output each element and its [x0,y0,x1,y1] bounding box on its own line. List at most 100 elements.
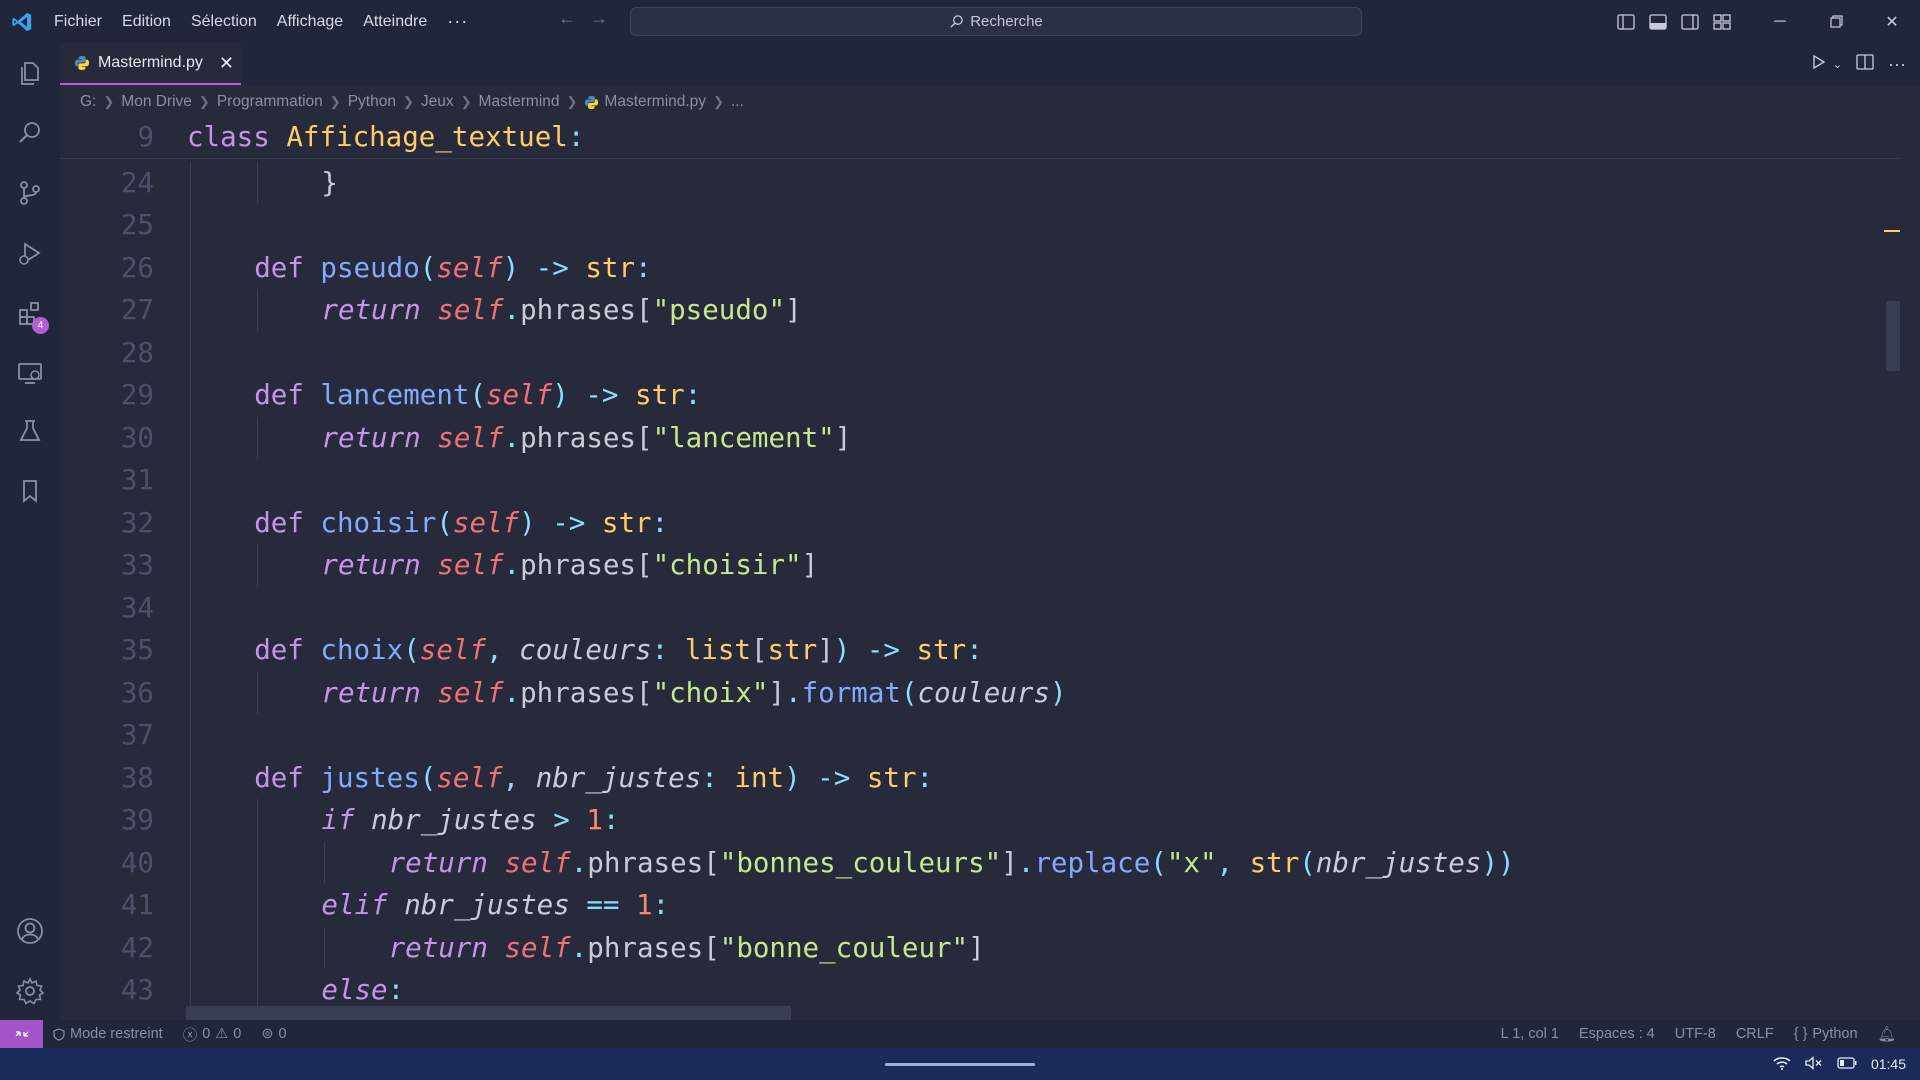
breadcrumb-item[interactable]: Jeux [421,93,454,111]
code-token: self [437,549,504,581]
tab-label: Mastermind.py [98,54,203,71]
line-number: 34 [120,591,154,624]
code-line[interactable]: 31 [60,459,1900,502]
language-mode[interactable]: { } Python [1784,1026,1868,1042]
breadcrumb-item[interactable]: G: [80,93,96,111]
settings-gear-icon[interactable] [0,963,60,1019]
code-token: Affichage_textuel [286,121,568,153]
extensions-icon[interactable]: 4 [0,285,60,341]
more-actions-icon[interactable]: ··· [1888,54,1906,75]
breadcrumb-item[interactable]: ... [731,93,744,111]
command-center-search[interactable]: Recherche [630,7,1362,36]
vscode-logo-icon[interactable] [0,0,44,43]
search-icon[interactable] [0,105,60,161]
breadcrumb-item[interactable]: Mastermind [479,93,560,111]
explorer-icon[interactable] [0,45,60,101]
menu-edition[interactable]: Edition [112,0,181,43]
code-token: ] [834,421,852,454]
source-control-icon[interactable] [0,165,60,221]
run-dropdown-chevron-icon[interactable]: ⌄ [1833,58,1842,71]
indent-guide [324,841,326,884]
code-line[interactable]: 30 return self.phrases["lancement"] [60,416,1900,459]
breadcrumb-item[interactable]: Python [348,93,396,111]
code-token: ( [1299,846,1316,879]
indent-guide [190,416,191,459]
indent-guide [190,331,191,374]
code-line[interactable]: 24} [60,161,1900,204]
accounts-icon[interactable] [0,903,60,959]
code-line[interactable]: 36 return self.phrases["choix"].format(co… [60,671,1900,714]
code-line[interactable]: 35 def choix(self, couleurs: list[str]) -… [60,629,1900,672]
code-line[interactable]: 28 [60,331,1900,374]
end-of-line[interactable]: CRLF [1726,1026,1784,1042]
restricted-mode[interactable]: Mode restreint [43,1026,173,1042]
minimize-window-icon[interactable]: ─ [1752,0,1808,43]
cursor-position[interactable]: L 1, col 1 [1491,1026,1569,1042]
code-token: couleurs [917,676,1050,709]
ports-indicator[interactable]: ⊚ 0 [251,1026,296,1042]
testing-flask-icon[interactable] [0,403,60,459]
remote-indicator-icon[interactable] [0,1020,43,1048]
code-token: ( [419,251,437,284]
notifications-bell-icon[interactable]: 🔔︎ [1868,1026,1906,1043]
code-editor[interactable]: 24} 25 26 def pseudo(self) -> str: 27 return … [60,116,1900,1020]
menu-affichage[interactable]: Affichage [267,0,353,43]
os-taskbar: 01:45 [0,1048,1920,1080]
battery-icon[interactable] [1837,1056,1857,1072]
breadcrumb-item[interactable]: Programmation [217,93,323,111]
tab-close-icon[interactable]: ✕ [219,53,234,74]
code-line[interactable]: 40 return self.phrases["bonnes_couleurs"]… [60,841,1900,884]
toggle-secondary-sidebar-icon[interactable] [1674,0,1706,43]
toggle-primary-sidebar-icon[interactable] [1610,0,1642,43]
menu-more-icon[interactable]: ··· [437,0,478,43]
horizontal-scrollbar[interactable] [186,1006,791,1020]
vertical-scrollbar[interactable] [1886,301,1900,371]
code-token: ) -> [502,251,586,284]
code-content: def pseudo(self) -> str: [254,247,651,290]
problems-indicator[interactable]: ⓧ 0 ⚠ 0 [173,1024,252,1045]
code-line[interactable]: 34 [60,586,1900,629]
indentation[interactable]: Espaces : 4 [1569,1026,1665,1042]
run-debug-icon[interactable] [0,225,60,281]
encoding[interactable]: UTF-8 [1665,1026,1726,1042]
split-editor-icon[interactable] [1856,53,1874,75]
tab-mastermind-py[interactable]: Mastermind.py ✕ [60,43,241,85]
breadcrumb-item[interactable]: Mon Drive [121,93,192,111]
code-token: : [966,634,983,666]
run-python-file-icon[interactable] [1811,54,1827,75]
code-line[interactable]: 37 [60,714,1900,757]
bookmark-icon[interactable] [0,463,60,519]
code-line[interactable]: 32 def choisir(self) -> str: [60,501,1900,544]
customize-layout-icon[interactable] [1706,0,1738,43]
code-line[interactable]: 26 def pseudo(self) -> str: [60,246,1900,290]
wifi-icon[interactable] [1773,1056,1791,1073]
remote-explorer-icon[interactable] [0,345,60,401]
close-window-icon[interactable]: ✕ [1864,0,1920,43]
code-line[interactable]: 41 elif nbr_justes == 1: [60,884,1900,927]
taskbar-handle[interactable] [885,1063,1035,1066]
code-line[interactable]: 25 [60,204,1900,247]
code-token: : [602,804,620,836]
code-token: nbr_justes [404,889,570,921]
restore-window-icon[interactable] [1808,0,1864,43]
menu-fichier[interactable]: Fichier [44,0,112,43]
code-line[interactable]: 33 return self.phrases["choisir"] [60,544,1900,587]
toggle-panel-icon[interactable] [1642,0,1674,43]
code-line[interactable]: 29 def lancement(self) -> str: [60,374,1900,417]
code-line[interactable]: 39 if nbr_justes > 1: [60,799,1900,842]
menu-selection[interactable]: Sélection [181,0,267,43]
menu-atteindre[interactable]: Atteindre [353,0,437,43]
sticky-scroll-line[interactable]: 9 class Affichage_textuel: [60,116,1900,159]
code-token: str [767,634,818,666]
forward-arrow-icon[interactable]: → [590,8,608,29]
back-arrow-icon[interactable]: ← [558,8,576,29]
code-line[interactable]: 42 return self.phrases["bonne_couleur"] [60,926,1900,969]
code-line[interactable]: 27 return self.phrases["pseudo"] [60,289,1900,332]
volume-muted-icon[interactable] [1805,1055,1823,1073]
code-line[interactable]: 38 def justes(self, nbr_justes: int) -> s… [60,756,1900,799]
code-token: . [503,549,521,581]
code-token: self [504,931,571,964]
breadcrumb-item[interactable]: Mastermind.py [604,93,706,111]
clock-time[interactable]: 01:45 [1871,1056,1906,1072]
code-token: return [321,549,438,581]
